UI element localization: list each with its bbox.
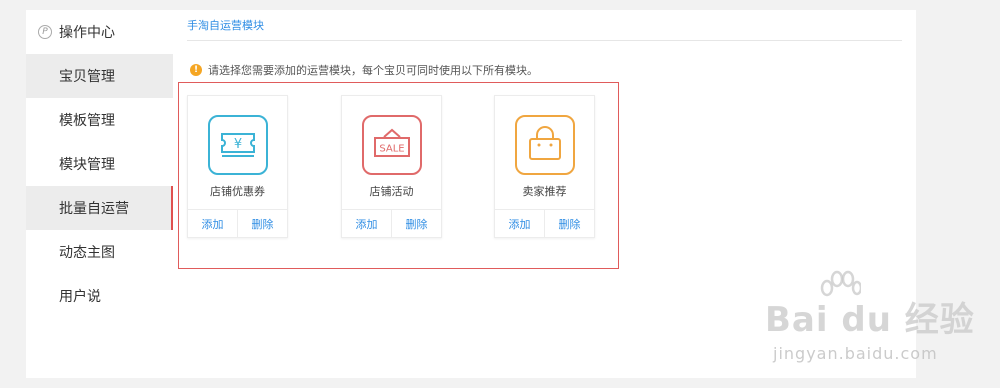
sale-sign-icon: SALE [362, 115, 422, 175]
sidebar-header: P 操作中心 [26, 10, 173, 54]
sidebar-item-user-says[interactable]: 用户说 [26, 274, 173, 318]
add-button[interactable]: 添加 [495, 210, 544, 237]
baidu-jingyan-watermark: Bai du 经验 jingyan.baidu.com [765, 270, 990, 378]
delete-button[interactable]: 删除 [391, 210, 441, 237]
sidebar-item-module-management[interactable]: 模块管理 [26, 142, 173, 186]
shopping-bag-icon [515, 115, 575, 175]
sidebar-item-label: 动态主图 [59, 245, 115, 261]
sidebar-item-template-management[interactable]: 模板管理 [26, 98, 173, 142]
sidebar-item-label: 批量自运营 [59, 201, 129, 217]
sidebar-item-label: 宝贝管理 [59, 69, 115, 85]
sidebar-item-dynamic-main-image[interactable]: 动态主图 [26, 230, 173, 274]
sidebar-item-label: 模板管理 [59, 113, 115, 129]
operation-center-icon: P [38, 25, 52, 39]
sidebar: P 操作中心 宝贝管理 模板管理 模块管理 批量自运营 动态主图 用户说 [26, 10, 173, 378]
module-card-store-activity: SALE 店铺活动 添加 删除 [341, 95, 442, 238]
delete-button[interactable]: 删除 [237, 210, 287, 237]
module-card-seller-recommendation: 卖家推荐 添加 删除 [494, 95, 595, 238]
add-button[interactable]: 添加 [188, 210, 237, 237]
sidebar-item-label: 模块管理 [59, 157, 115, 173]
watermark-url: jingyan.baidu.com [773, 344, 938, 363]
add-button[interactable]: 添加 [342, 210, 391, 237]
sale-glyph: SALE [379, 144, 404, 155]
delete-button[interactable]: 删除 [544, 210, 594, 237]
module-card-actions: 添加 删除 [342, 209, 441, 237]
coupon-glyph: ¥ [234, 137, 242, 152]
sidebar-item-product-management[interactable]: 宝贝管理 [26, 54, 173, 98]
notice-text: 请选择您需要添加的运营模块，每个宝贝可同时使用以下所有模块。 [208, 64, 538, 77]
module-card-label: 店铺活动 [369, 185, 414, 198]
sidebar-header-label: 操作中心 [59, 25, 115, 41]
coupon-icon: ¥ [208, 115, 268, 175]
app-frame: P 操作中心 宝贝管理 模板管理 模块管理 批量自运营 动态主图 用户说 手淘自… [0, 0, 1000, 388]
module-selection-frame: ¥ 店铺优惠券 添加 删除 SALE 店铺活动 添加 删除 卖家推荐 添加 删除 [178, 82, 619, 269]
module-card-label: 店铺优惠券 [210, 185, 265, 198]
module-card-actions: 添加 删除 [495, 209, 594, 237]
warning-icon: ! [190, 64, 202, 76]
page-title: 手淘自运营模块 [187, 19, 264, 32]
paw-icon [820, 270, 861, 297]
module-card-label: 卖家推荐 [522, 185, 567, 198]
title-divider [187, 40, 902, 41]
sidebar-item-label: 用户说 [59, 289, 101, 305]
module-card-actions: 添加 删除 [188, 209, 287, 237]
sidebar-item-batch-self-operation[interactable]: 批量自运营 [26, 186, 173, 230]
module-card-coupon: ¥ 店铺优惠券 添加 删除 [187, 95, 288, 238]
watermark-logo-text: Bai du 经验 [765, 300, 975, 340]
notice: ! 请选择您需要添加的运营模块，每个宝贝可同时使用以下所有模块。 [190, 62, 538, 78]
watermark-logo: Bai du 经验 [765, 270, 975, 341]
